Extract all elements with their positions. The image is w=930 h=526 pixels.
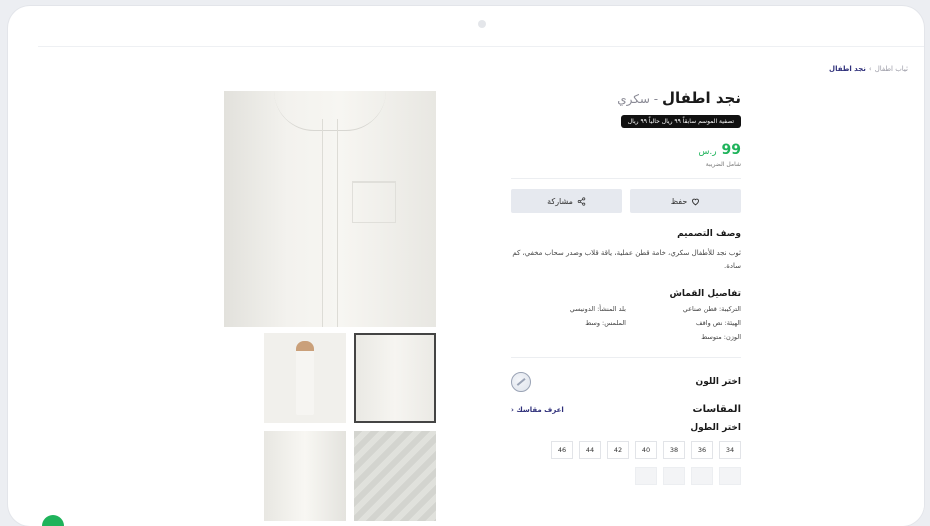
breadcrumb-separator: › bbox=[868, 65, 872, 73]
share-icon bbox=[577, 196, 586, 206]
size-option[interactable]: 38 bbox=[663, 441, 685, 459]
sizes-heading: المقاسات bbox=[692, 404, 741, 415]
product-actions: حفظ مشاركة bbox=[511, 189, 741, 213]
save-button[interactable]: حفظ bbox=[630, 189, 741, 213]
pocket-shape bbox=[352, 181, 396, 223]
width-options bbox=[511, 467, 741, 485]
size-option[interactable]: 46 bbox=[551, 441, 573, 459]
size-option[interactable]: 34 bbox=[719, 441, 741, 459]
variant-separator: - bbox=[649, 92, 662, 106]
share-label: مشاركة bbox=[547, 196, 573, 206]
width-option[interactable] bbox=[719, 467, 741, 485]
thumbnail-image[interactable] bbox=[354, 431, 436, 521]
tax-note: شامل الضريبة bbox=[705, 161, 741, 168]
length-label: اختر الطول bbox=[690, 423, 741, 433]
size-options: 34 36 38 40 42 44 46 bbox=[511, 441, 741, 459]
share-button[interactable]: مشاركة bbox=[511, 189, 622, 213]
price-value: 99 bbox=[721, 142, 741, 158]
product-variant: سكري bbox=[617, 92, 650, 106]
fabric-specs: التركيبة: قطن صناعي بلد المنشأ: الدونيسي… bbox=[511, 305, 741, 341]
product-name: نجد اطفال bbox=[661, 89, 741, 107]
spec-item: الوزن: متوسط bbox=[701, 333, 741, 341]
heart-icon bbox=[692, 198, 700, 205]
sizes-header: المقاسات اعرف مقاسك ‹ bbox=[511, 404, 741, 415]
breadcrumb-current[interactable]: نجد اطفال bbox=[829, 65, 866, 73]
spec-item: الملمس: وسط bbox=[585, 319, 626, 327]
product-gallery bbox=[224, 91, 436, 521]
size-option[interactable]: 42 bbox=[607, 441, 629, 459]
color-label: اختر اللون bbox=[695, 377, 741, 387]
size-option[interactable]: 44 bbox=[579, 441, 601, 459]
product-page: ثياب اطفال›نجد اطفال نجد اطفال - سكري تص… bbox=[38, 47, 924, 526]
thumbnail-image[interactable] bbox=[264, 333, 346, 423]
spec-item: التركيبة: قطن صناعي bbox=[682, 305, 741, 313]
size-option[interactable]: 36 bbox=[691, 441, 713, 459]
size-option[interactable]: 40 bbox=[635, 441, 657, 459]
thumbnail-image[interactable] bbox=[354, 333, 436, 423]
product-price: 99 ر.س bbox=[511, 142, 741, 158]
width-option[interactable] bbox=[691, 467, 713, 485]
camera-dot bbox=[478, 20, 486, 28]
main-product-image[interactable] bbox=[224, 91, 436, 327]
width-option[interactable] bbox=[635, 467, 657, 485]
divider bbox=[511, 357, 741, 358]
placket-shape bbox=[322, 119, 338, 327]
promo-badge: تصفية الموسم سابقاً ٩٩ ريال حالياً ٩٩ ري… bbox=[620, 115, 741, 128]
product-info: نجد اطفال - سكري تصفية الموسم سابقاً ٩٩ … bbox=[511, 89, 741, 485]
thumbnail-grid bbox=[224, 333, 436, 521]
device-frame: ثياب اطفال›نجد اطفال نجد اطفال - سكري تص… bbox=[8, 6, 924, 526]
thumbnail-image[interactable] bbox=[264, 431, 346, 521]
breadcrumb-parent[interactable]: ثياب اطفال bbox=[875, 65, 908, 73]
save-label: حفظ bbox=[670, 196, 688, 206]
price-currency: ر.س bbox=[698, 147, 717, 157]
design-heading: وصف التصميم bbox=[677, 229, 741, 239]
divider bbox=[511, 178, 741, 179]
breadcrumb: ثياب اطفال›نجد اطفال bbox=[829, 65, 908, 73]
product-title: نجد اطفال - سكري bbox=[511, 89, 741, 107]
fabric-heading: تفاصيل القماش bbox=[669, 289, 741, 299]
spec-item: الهيئة: نص واقف bbox=[695, 319, 741, 327]
width-option[interactable] bbox=[663, 467, 685, 485]
size-guide-link[interactable]: اعرف مقاسك ‹ bbox=[511, 406, 564, 414]
model-figure bbox=[296, 341, 314, 415]
design-description: ثوب نجد للأطفال سكري، خامة قطن عملية، يا… bbox=[512, 249, 741, 270]
spec-item: بلد المنشأ: الدونيسي bbox=[569, 305, 626, 313]
color-swatch[interactable] bbox=[511, 372, 531, 392]
color-selector: اختر اللون bbox=[511, 372, 741, 392]
